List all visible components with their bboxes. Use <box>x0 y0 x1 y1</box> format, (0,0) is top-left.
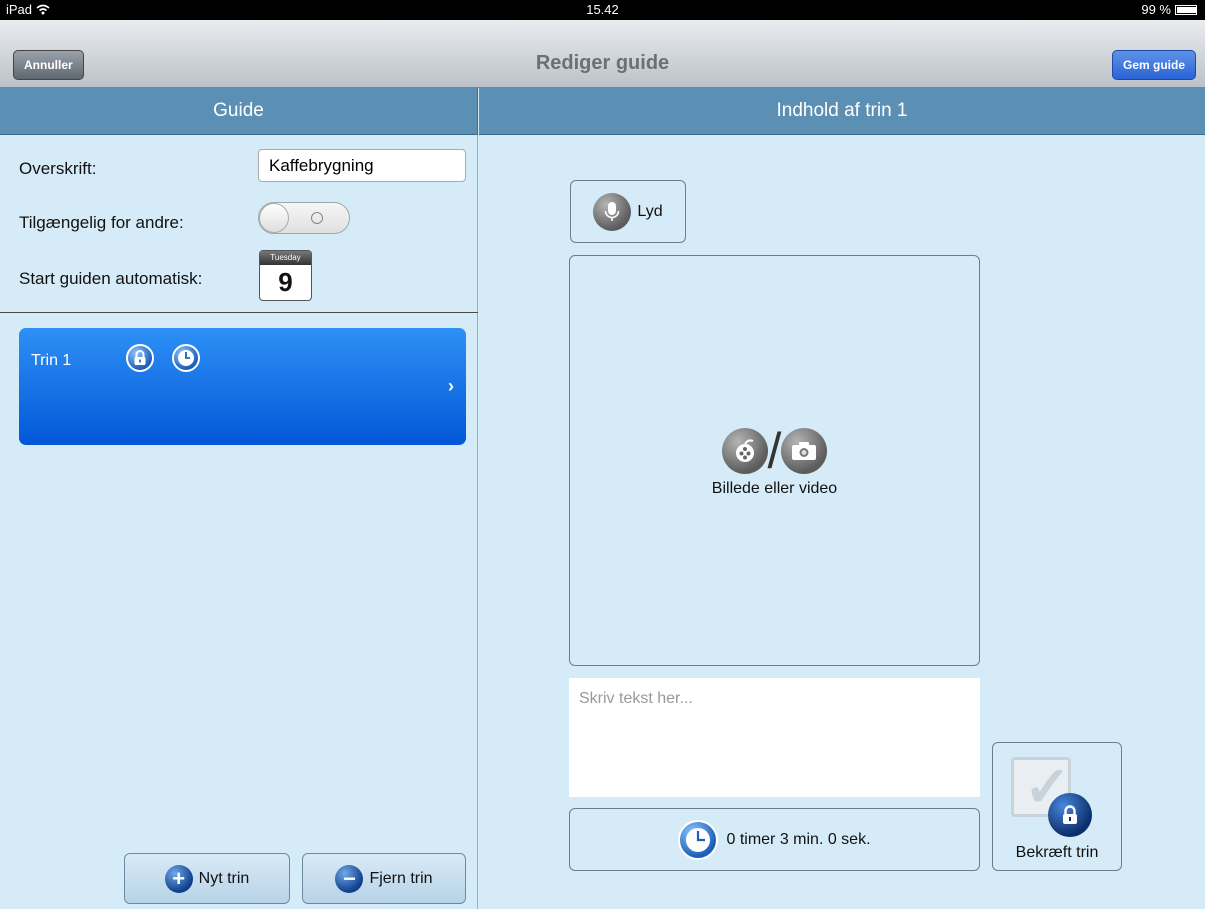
page-title: Rediger guide <box>535 52 670 74</box>
step-content-header: Indhold af trin 1 <box>479 88 1205 135</box>
nav-bar: Annuller Rediger guide Gem guide <box>0 20 1205 88</box>
available-label: Tilgængelig for andre: <box>19 213 184 232</box>
timer-button[interactable]: 0 timer 3 min. 0 sek. <box>569 808 980 871</box>
plus-circle-icon: + <box>164 864 193 893</box>
remove-step-button[interactable]: − Fjern trin <box>302 853 466 904</box>
available-toggle[interactable] <box>258 202 350 234</box>
camera-icon <box>781 427 828 474</box>
title-label: Overskrift: <box>19 159 97 178</box>
step-text-input[interactable] <box>569 678 980 797</box>
new-step-label: Nyt trin <box>198 869 250 887</box>
remove-step-label: Fjern trin <box>369 869 433 887</box>
calendar-day: 9 <box>278 267 293 297</box>
minus-circle-icon: − <box>335 864 364 893</box>
battery-label: 99 % <box>1141 2 1171 17</box>
save-guide-button[interactable]: Gem guide <box>1111 50 1196 80</box>
divider <box>0 312 478 313</box>
chevron-right-icon: › <box>448 376 454 396</box>
media-label: Billede eller video <box>711 479 838 497</box>
new-step-button[interactable]: + Nyt trin <box>124 853 290 904</box>
confirm-step-label: Bekræft trin <box>1015 844 1099 861</box>
clock-icon <box>172 344 200 372</box>
slash-separator: / <box>767 422 782 479</box>
guide-panel: Overskrift: Tilgængelig for andre: Start… <box>0 135 478 909</box>
microphone-icon <box>593 192 632 231</box>
step-row-1[interactable]: Trin 1 › <box>19 328 466 445</box>
confirm-step-button[interactable]: ✓ Bekræft trin <box>992 742 1122 871</box>
film-reel-icon <box>721 427 768 474</box>
media-picker[interactable]: / Billede eller video <box>569 255 980 666</box>
calendar-icon[interactable]: Tuesday 9 <box>259 250 312 301</box>
lock-icon <box>1048 793 1092 837</box>
toggle-off-indicator <box>311 212 323 224</box>
audio-button[interactable]: Lyd <box>570 180 686 243</box>
status-time: 15.42 <box>586 2 619 17</box>
media-icons: / <box>721 422 828 479</box>
lock-icon <box>126 344 154 372</box>
step-label: Trin 1 <box>31 352 72 369</box>
step-content-panel: Lyd / Billede eller video 0 timer 3 min.… <box>479 135 1205 909</box>
audio-label: Lyd <box>637 202 663 220</box>
toggle-knob <box>259 203 289 233</box>
autostart-label: Start guiden automatisk: <box>19 269 203 288</box>
guide-section-header: Guide <box>0 88 478 135</box>
status-right: 99 % <box>1141 2 1197 17</box>
title-input[interactable] <box>258 149 466 182</box>
battery-icon <box>1175 4 1197 15</box>
timer-label: 0 timer 3 min. 0 sek. <box>726 830 871 848</box>
status-bar: iPad 15.42 99 % <box>0 0 1205 20</box>
clock-icon <box>678 819 719 860</box>
calendar-weekday: Tuesday <box>260 251 311 265</box>
